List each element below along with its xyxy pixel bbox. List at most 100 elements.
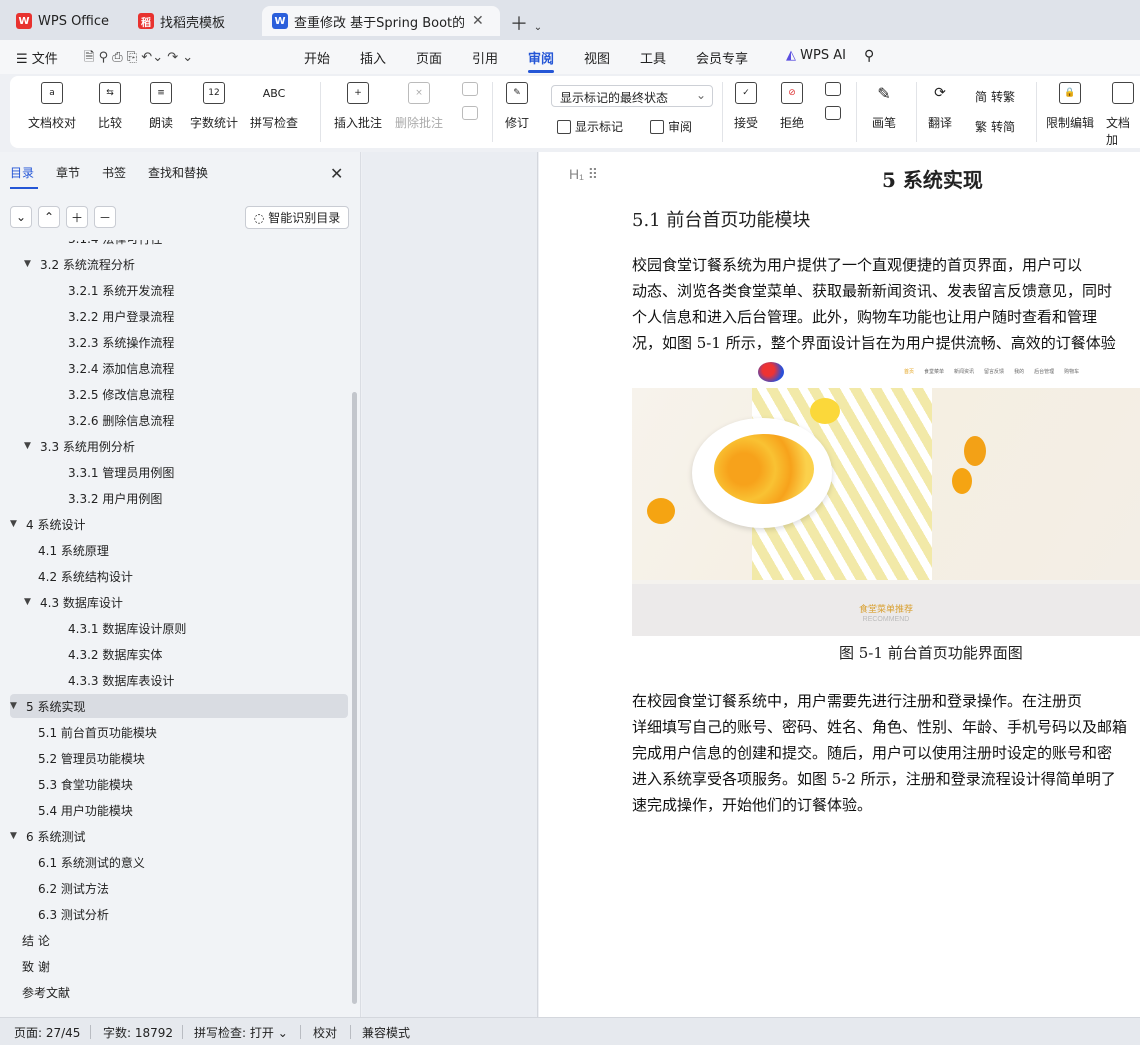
screenshot-nav-item: 首页 [904,369,915,375]
tab-bookmarks[interactable]: 书签 [102,164,126,181]
toc-item[interactable]: 3.2.4 添加信息流程 [10,356,348,380]
toc-item[interactable]: ▼ 3.3 系统用例分析 [10,434,348,458]
quick-access-toolbar[interactable]: 🗎 ⚲ ⎙ ⎘ ↶⌄ ↷ ⌄ [84,48,193,70]
search-icon[interactable]: ⚲ [864,48,874,64]
expand-arrow-icon[interactable]: ▼ [24,441,36,451]
read-aloud-button[interactable]: ≡ 朗读 [149,82,173,131]
paragraph-2: 在校园食堂订餐系统中，用户需要先进行注册和登录操作。在注册页 详细填写自己的账号、… [632,688,1140,818]
menu-review[interactable]: 审阅 [528,48,555,73]
menu-insert[interactable]: 插入 [360,48,386,67]
toc-item[interactable]: 3.2.3 系统操作流程 [10,330,348,354]
to-traditional-button[interactable]: 简转繁 [975,88,1015,105]
accept-button[interactable]: ✓ 接受 [734,82,758,131]
menu-tools[interactable]: 工具 [640,48,666,67]
toc-item[interactable]: 6.1 系统测试的意义 [10,850,348,874]
toc-item[interactable]: 3.2.6 删除信息流程 [10,408,348,432]
toc-item[interactable]: 5.3 食堂功能模块 [10,772,348,796]
orange [647,498,675,524]
tab-toc[interactable]: 目录 [10,164,39,189]
translate-button[interactable]: ⟳ 翻译 [928,82,952,131]
toc-scrollbar[interactable] [352,392,357,1004]
menu-vip[interactable]: 会员专享 [696,48,748,67]
doc-check-button[interactable]: a 文档校对 [28,82,76,131]
expand-arrow-icon[interactable]: ▼ [10,701,22,711]
expand-down-button[interactable]: ⌄ [10,206,32,228]
toc-item[interactable]: 3.2.1 系统开发流程 [10,278,348,302]
pen-button[interactable]: ✎ 画笔 [872,82,896,131]
new-tab-button[interactable]: ＋ ⌄ [510,10,542,36]
toc-item[interactable]: 3.2.2 用户登录流程 [10,304,348,328]
toc-item[interactable]: 4.3.2 数据库实体 [10,642,348,666]
doc-encrypt-button[interactable]: 文档加 [1106,82,1140,148]
toc-item[interactable]: 3.2.5 修改信息流程 [10,382,348,406]
expand-arrow-icon[interactable]: ▼ [24,259,36,269]
chevron-down-icon: ⌄ [695,88,706,102]
spell-check-indicator[interactable]: 拼写检查: 打开 ⌄ [194,1024,288,1041]
expand-arrow-icon[interactable]: ▼ [10,831,22,841]
close-pane-icon[interactable]: ✕ [330,164,343,183]
toc-item[interactable]: ▼ 6 系统测试 [10,824,348,848]
tab-template[interactable]: 稻 找稻壳模板 [128,6,256,36]
remove-heading-button[interactable]: － [94,206,116,228]
toc-item[interactable]: 4.3.1 数据库设计原则 [10,616,348,640]
toc-item[interactable]: 4.2 系统结构设计 [10,564,348,588]
tab-find-replace[interactable]: 查找和替换 [148,164,208,181]
close-tab-icon[interactable]: ✕ [472,13,484,29]
toc-item[interactable]: 致 谢 [10,954,348,978]
toc-item-label: 6.1 系统测试的意义 [38,855,145,870]
to-simplified-button[interactable]: 繁转简 [975,118,1015,135]
menu-page[interactable]: 页面 [416,48,442,67]
proof-indicator[interactable]: 校对 [313,1024,337,1041]
toc-item[interactable]: ▼ 5 系统实现 [10,694,348,718]
compare-button[interactable]: ⇆ 比较 [98,82,122,131]
track-changes-button[interactable]: ✎ 修订 [505,82,529,131]
smart-toc-button[interactable]: ◌ 智能识别目录 [245,206,349,229]
track-changes-icon: ✎ [506,82,528,104]
ribbon-divider [856,82,857,142]
toc-item[interactable]: ▼ 4.3 数据库设计 [10,590,348,614]
tab-wps-office[interactable]: W WPS Office [6,6,122,36]
document-page[interactable]: H₁ ⠿ 5 系统实现 5.1 前台首页功能模块 校园食堂订餐系统为用户提供了一… [539,152,1140,1017]
wps-ai-button[interactable]: ◭ WPS AI [786,48,846,63]
add-heading-button[interactable]: ＋ [66,206,88,228]
toc-item[interactable]: 4.1 系统原理 [10,538,348,562]
menu-reference[interactable]: 引用 [472,48,498,67]
page-indicator[interactable]: 页面: 27/45 [14,1024,80,1041]
reject-button[interactable]: ⊘ 拒绝 [780,82,804,131]
toc-item[interactable]: 3.3.2 用户用例图 [10,486,348,510]
page-gutter [362,152,538,1017]
menu-start[interactable]: 开始 [304,48,330,67]
collapse-up-button[interactable]: ⌃ [38,206,60,228]
insert-comment-button[interactable]: + 插入批注 [334,82,382,131]
tab-chapters[interactable]: 章节 [56,164,80,181]
toc-item[interactable]: 5.1 前台首页功能模块 [10,720,348,744]
toc-item[interactable]: 3.1.4 法律可行性 [10,240,348,250]
toc-item[interactable]: 6.3 测试分析 [10,902,348,926]
toc-item[interactable]: 5.4 用户功能模块 [10,798,348,822]
expand-arrow-icon[interactable]: ▼ [10,519,22,529]
toc-item[interactable]: ▼ 4 系统设计 [10,512,348,536]
toc-item[interactable]: 结 论 [10,928,348,952]
menu-view[interactable]: 视图 [584,48,610,67]
toc-item[interactable]: 6.2 测试方法 [10,876,348,900]
word-count-button[interactable]: 12 字数统计 [190,82,238,131]
word-count-indicator[interactable]: 字数: 18792 [103,1024,173,1041]
toc-item[interactable]: ▼ 3.2 系统流程分析 [10,252,348,276]
markup-state-select[interactable]: 显示标记的最终状态 ⌄ [551,85,713,107]
recommend-title: 食堂菜单推荐 [858,604,913,614]
expand-arrow-icon[interactable]: ▼ [24,597,36,607]
file-menu[interactable]: ☰ 文件 [16,48,58,67]
toc-item[interactable]: 5.2 管理员功能模块 [10,746,348,770]
comment-nav-button[interactable] [462,82,478,130]
change-nav-button[interactable] [825,82,841,130]
tab-document[interactable]: W 查重修改 基于Spring Boot的 ✕ [262,6,500,36]
toc-item[interactable]: 4.3.3 数据库表设计 [10,668,348,692]
restrict-edit-button[interactable]: 🔒 限制编辑 [1046,82,1094,131]
review-pane-button[interactable]: 审阅 [650,118,692,135]
heading-marker-icon[interactable]: H₁ ⠿ [569,166,598,183]
delete-comment-button[interactable]: × 删除批注 [395,82,443,131]
show-markup-button[interactable]: 显示标记 [557,118,623,135]
toc-item[interactable]: 3.3.1 管理员用例图 [10,460,348,484]
toc-item[interactable]: 参考文献 [10,980,348,1004]
spell-check-button[interactable]: ABC 拼写检查 [250,82,298,131]
